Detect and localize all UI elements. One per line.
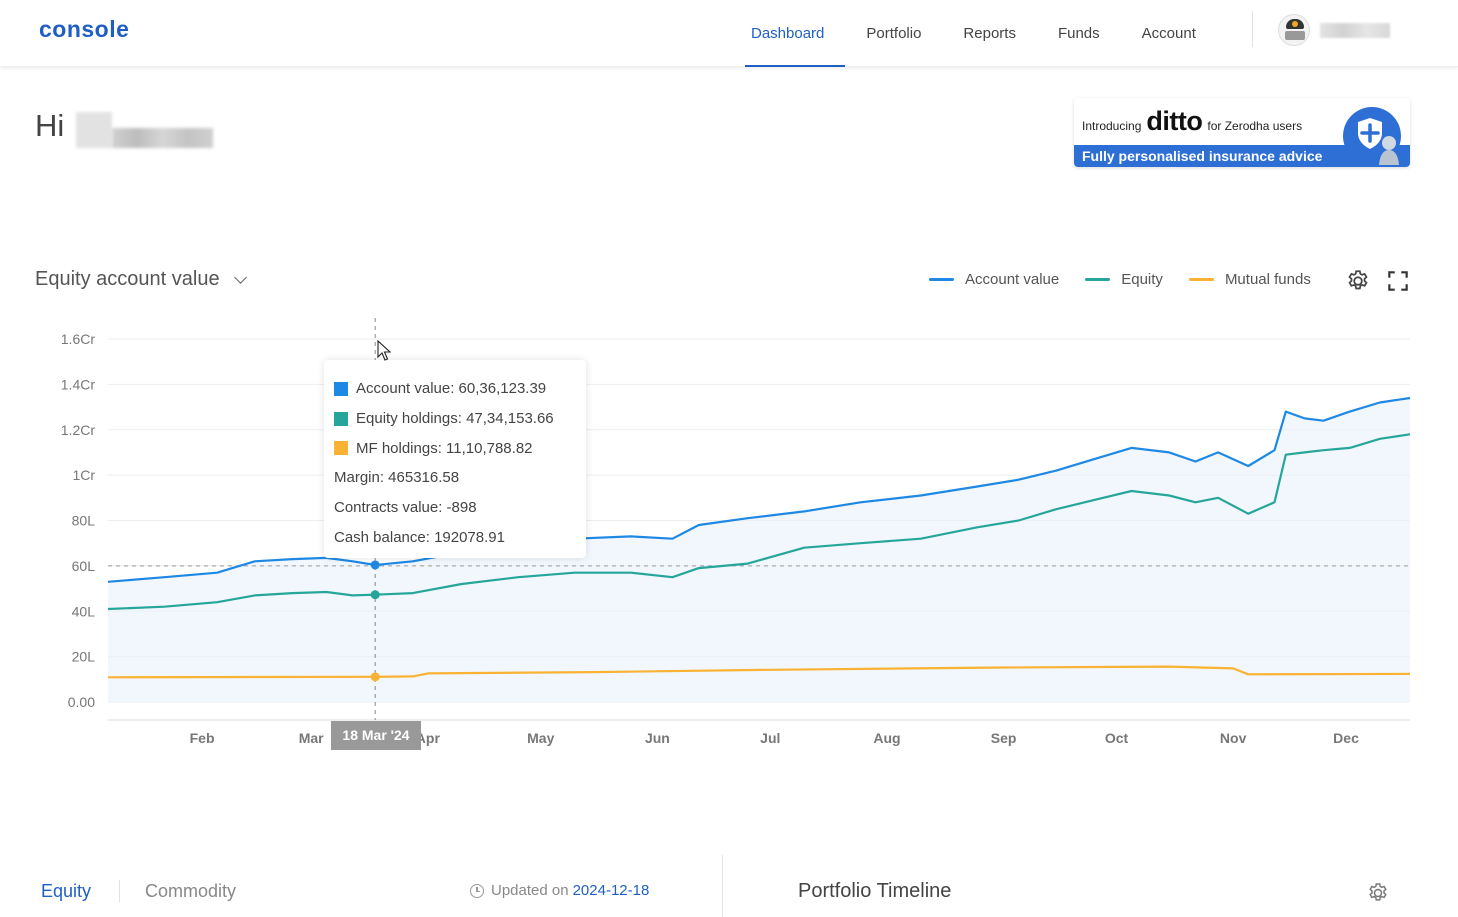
tooltip-row: Cash balance: 192078.91 [334,522,576,552]
tooltip-row: Equity holdings: 47,34,153.66 [334,404,576,434]
equity-value-chart[interactable]: 0.00 20L 40L 60L 80L 1Cr 1.2Cr 1.4Cr 1.6Cr Feb Mar… [0,300,1458,760]
legend-account-value[interactable]: Account value [929,271,1059,288]
tab-equity[interactable]: Equity [41,881,91,902]
y-tick-label: 40L [72,603,96,619]
nav-portfolio[interactable]: Portfolio [845,0,942,67]
updated-date: 2024-12-18 [572,882,650,899]
expand-icon[interactable] [1385,268,1411,294]
nav-dashboard[interactable]: Dashboard [730,0,846,67]
tooltip-swatch [334,411,348,426]
main-nav: Dashboard Portfolio Reports Funds Accoun… [730,0,1217,67]
tooltip-swatch [334,441,348,456]
tooltip-account-value: Account value: 60,36,123.39 [356,380,547,398]
tooltip-swatch [334,381,348,396]
top-navbar: console Dashboard Portfolio Reports Fund… [0,0,1458,67]
legend-swatch [1085,278,1111,281]
x-tick-label: Jun [645,730,670,746]
x-tick-label: Sep [991,730,1017,746]
mouse-cursor-icon [377,340,391,361]
y-tick-label: 1.2Cr [61,422,96,438]
legend-label: Account value [965,271,1060,288]
legend-swatch [929,278,954,281]
account-value-area [108,398,1410,702]
tooltip-row: Contracts value: -898 [334,493,576,523]
mutual-funds-marker [370,672,380,682]
ditto-logo: ditto [1146,106,1203,136]
x-tick-label: Nov [1220,730,1247,746]
y-tick-label: 1.6Cr [61,331,96,347]
legend-mutual-funds[interactable]: Mutual funds [1188,271,1311,288]
tooltip-row: Margin: 465316.58 [334,463,576,493]
x-tick-label: Dec [1333,730,1359,746]
x-tick-label: Mar [299,730,324,746]
chart-tooltip: Account value: 60,36,123.39 Equity holdi… [324,360,586,558]
tooltip-equity-holdings: Equity holdings: 47,34,153.66 [356,410,554,428]
section-divider [722,855,723,917]
crosshair-date-label: 18 Mar '24 [331,721,421,750]
updated-status: Updated on 2024-12-18 [470,882,649,899]
tooltip-row: MF holdings: 11,10,788.82 [334,433,576,463]
tooltip-row: Account value: 60,36,123.39 [334,374,576,404]
x-tick-label: Aug [873,730,900,746]
timeline-gear-icon[interactable] [1366,881,1392,907]
ditto-banner[interactable]: Introducing ditto for Zerodha users Full… [1074,98,1410,167]
shield-icon [1343,107,1401,165]
banner-suffix: for Zerodha users [1207,119,1303,133]
x-tick-label: Feb [190,730,215,746]
clock-icon [470,883,484,898]
console-logo[interactable]: console [39,16,129,43]
tooltip-mf-holdings: MF holdings: 11,10,788.82 [356,439,533,457]
x-tick-label: Jul [760,730,780,746]
x-tick-label: Oct [1105,730,1129,746]
nav-divider [1252,11,1253,47]
gear-icon[interactable] [1345,268,1371,294]
greeting-text: Hi [35,108,65,143]
tooltip-contracts-value: Contracts value: -898 [334,499,477,517]
y-tick-label: 60L [72,558,96,574]
account-value-marker [370,560,380,570]
portfolio-timeline-title: Portfolio Timeline [798,880,952,902]
y-tick-label: 1.4Cr [61,376,96,392]
legend-equity[interactable]: Equity [1085,271,1163,288]
avatar[interactable] [1278,14,1310,46]
y-tick-label: 0.00 [68,694,95,710]
username-redacted[interactable] [1320,23,1390,38]
nav-reports[interactable]: Reports [942,0,1037,67]
chart-legend: Account value Equity Mutual funds [929,271,1337,288]
user-name-redacted [76,112,213,148]
updated-label: Updated on [491,882,569,899]
nav-account[interactable]: Account [1121,0,1217,67]
equity-marker [370,590,380,600]
y-tick-label: 1Cr [72,467,95,483]
legend-label: Mutual funds [1224,271,1311,288]
chart-title: Equity account value [35,268,220,290]
tooltip-cash-balance: Cash balance: 192078.91 [334,528,505,546]
segment-tabs: Equity Commodity [41,880,236,902]
tab-commodity[interactable]: Commodity [145,881,236,902]
chart-selector-dropdown[interactable]: Equity account value [35,268,247,291]
x-tick-label: May [527,730,554,746]
nav-funds[interactable]: Funds [1037,0,1121,67]
legend-swatch [1188,278,1214,281]
banner-intro: Introducing [1082,119,1142,133]
y-tick-label: 80L [72,513,96,529]
legend-label: Equity [1121,271,1163,288]
chevron-down-icon [233,270,247,284]
y-tick-label: 20L [72,649,96,665]
tab-divider [119,880,121,902]
tooltip-margin: Margin: 465316.58 [334,469,460,487]
